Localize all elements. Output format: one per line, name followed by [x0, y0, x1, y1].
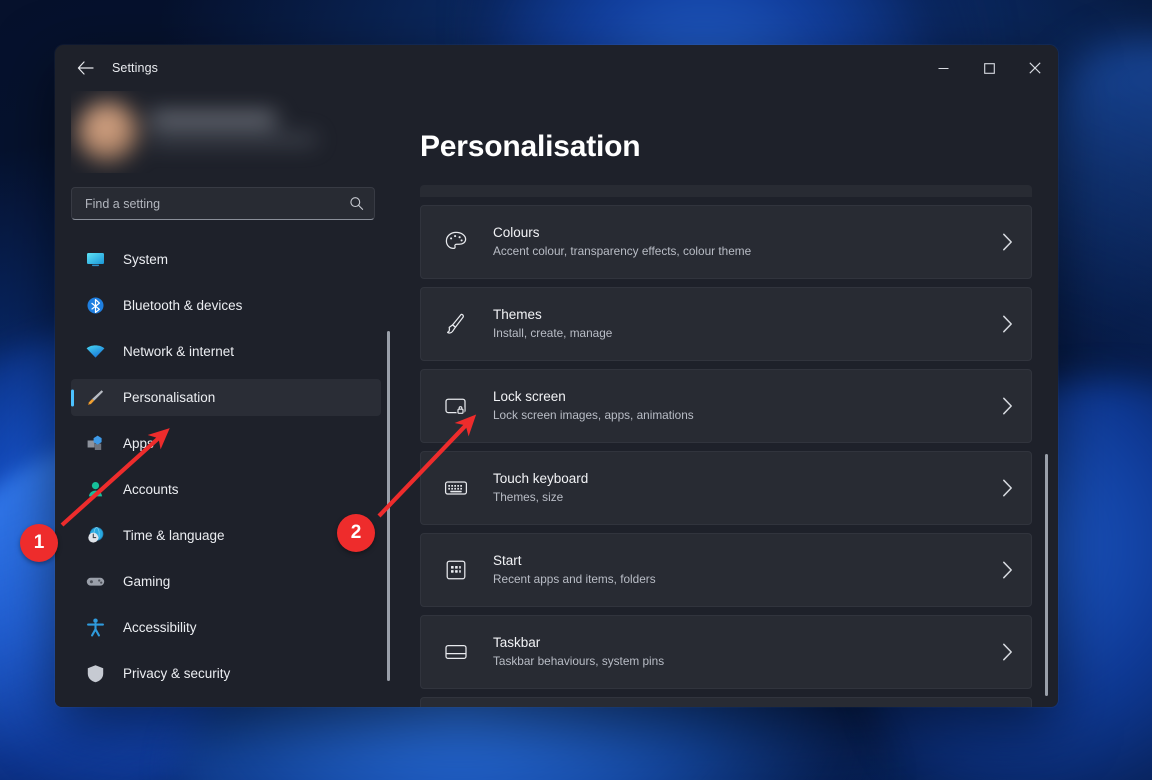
- search-input[interactable]: [85, 197, 349, 211]
- back-arrow-icon: [77, 61, 94, 75]
- card-above-partial[interactable]: [420, 185, 1032, 197]
- app-title: Settings: [112, 61, 158, 75]
- card-title: Start: [493, 552, 1002, 570]
- taskbar-icon: [441, 637, 471, 667]
- sidebar-item-personalisation[interactable]: Personalisation: [71, 379, 381, 416]
- sidebar-item-bluetooth-devices[interactable]: Bluetooth & devices: [71, 287, 381, 324]
- profile-blur-group: [71, 91, 371, 173]
- window-body: System Bluetooth & devices: [55, 91, 1058, 707]
- maximize-button[interactable]: [966, 45, 1012, 91]
- content-scrollbar[interactable]: [1045, 454, 1048, 696]
- sidebar-item-label: Accounts: [123, 482, 179, 497]
- window-titlebar[interactable]: Settings: [55, 45, 1058, 91]
- card-text: Themes Install, create, manage: [493, 306, 1002, 342]
- card-subtitle: Lock screen images, apps, animations: [493, 408, 1002, 424]
- start-grid-icon: [441, 555, 471, 585]
- clock-globe-icon: [84, 525, 106, 547]
- sidebar-item-apps[interactable]: Apps: [71, 425, 381, 462]
- search-icon: [349, 196, 364, 211]
- keyboard-icon: [441, 473, 471, 503]
- card-text: Start Recent apps and items, folders: [493, 552, 1002, 588]
- sidebar-item-label: Network & internet: [123, 344, 234, 359]
- chevron-right-icon: [1002, 315, 1013, 333]
- sidebar-item-label: System: [123, 252, 168, 267]
- profile-name-redacted: [149, 113, 277, 125]
- card-title: Colours: [493, 224, 1002, 242]
- card-text: Colours Accent colour, transparency effe…: [493, 224, 1002, 260]
- card-fonts[interactable]: Fonts: [420, 697, 1032, 707]
- card-subtitle: Accent colour, transparency effects, col…: [493, 244, 1002, 260]
- sidebar-item-accounts[interactable]: Accounts: [71, 471, 381, 508]
- card-taskbar[interactable]: Taskbar Taskbar behaviours, system pins: [420, 615, 1032, 689]
- palette-icon: [441, 227, 471, 257]
- card-text: Touch keyboard Themes, size: [493, 470, 1002, 506]
- chevron-right-icon: [1002, 233, 1013, 251]
- system-monitor-icon: [84, 249, 106, 271]
- card-touch-keyboard[interactable]: Touch keyboard Themes, size: [420, 451, 1032, 525]
- sidebar-item-network-internet[interactable]: Network & internet: [71, 333, 381, 370]
- card-lock-screen[interactable]: Lock screen Lock screen images, apps, an…: [420, 369, 1032, 443]
- paintbrush-outline-icon: [441, 309, 471, 339]
- sidebar-item-label: Personalisation: [123, 390, 215, 405]
- card-themes[interactable]: Themes Install, create, manage: [420, 287, 1032, 361]
- sidebar-item-label: Time & language: [123, 528, 225, 543]
- card-subtitle: Install, create, manage: [493, 326, 1002, 342]
- sidebar-item-gaming[interactable]: Gaming: [71, 563, 381, 600]
- chevron-right-icon: [1002, 479, 1013, 497]
- close-button[interactable]: [1012, 45, 1058, 91]
- chevron-right-icon: [1002, 561, 1013, 579]
- sidebar-item-label: Apps: [123, 436, 154, 451]
- sidebar-item-label: Privacy & security: [123, 666, 230, 681]
- sidebar-item-privacy-security[interactable]: Privacy & security: [71, 655, 381, 692]
- minimize-button[interactable]: [920, 45, 966, 91]
- card-colours[interactable]: Colours Accent colour, transparency effe…: [420, 205, 1032, 279]
- search-box[interactable]: [71, 187, 375, 220]
- person-icon: [84, 479, 106, 501]
- card-subtitle: Taskbar behaviours, system pins: [493, 654, 1002, 670]
- back-button[interactable]: [66, 53, 104, 83]
- settings-card-list: Colours Accent colour, transparency effe…: [420, 185, 1032, 707]
- profile-email-redacted: [149, 135, 317, 144]
- lock-screen-icon: [441, 391, 471, 421]
- sidebar-item-label: Bluetooth & devices: [123, 298, 242, 313]
- annotation-badge-1: 1: [20, 524, 58, 562]
- user-profile-blurred[interactable]: [71, 91, 371, 173]
- bluetooth-icon: [84, 295, 106, 317]
- card-title: Taskbar: [493, 634, 1002, 652]
- card-subtitle: Recent apps and items, folders: [493, 572, 1002, 588]
- sidebar-item-label: Accessibility: [123, 620, 197, 635]
- card-text: Lock screen Lock screen images, apps, an…: [493, 388, 1002, 424]
- shield-icon: [84, 663, 106, 685]
- card-subtitle: Themes, size: [493, 490, 1002, 506]
- game-controller-icon: [84, 571, 106, 593]
- paintbrush-icon: [84, 387, 106, 409]
- window-controls: [920, 45, 1058, 91]
- sidebar-nav: System Bluetooth & devices: [71, 241, 381, 692]
- card-title: Themes: [493, 306, 1002, 324]
- desktop-wallpaper: Settings: [0, 0, 1152, 780]
- apps-blocks-icon: [84, 433, 106, 455]
- card-start[interactable]: Start Recent apps and items, folders: [420, 533, 1032, 607]
- card-title: Lock screen: [493, 388, 1002, 406]
- close-icon: [1029, 62, 1041, 74]
- page-title: Personalisation: [420, 130, 1058, 164]
- minimize-icon: [938, 63, 949, 74]
- sidebar-item-accessibility[interactable]: Accessibility: [71, 609, 381, 646]
- card-title: Touch keyboard: [493, 470, 1002, 488]
- chevron-right-icon: [1002, 643, 1013, 661]
- sidebar-scrollbar[interactable]: [387, 331, 390, 681]
- card-text: Taskbar Taskbar behaviours, system pins: [493, 634, 1002, 670]
- sidebar-item-label: Gaming: [123, 574, 170, 589]
- maximize-icon: [984, 63, 995, 74]
- accessibility-person-icon: [84, 617, 106, 639]
- sidebar: System Bluetooth & devices: [55, 91, 397, 707]
- content-pane: Personalisation: [397, 91, 1058, 707]
- sidebar-item-system[interactable]: System: [71, 241, 381, 278]
- sidebar-item-time-language[interactable]: Time & language: [71, 517, 381, 554]
- avatar: [77, 101, 139, 163]
- chevron-right-icon: [1002, 397, 1013, 415]
- settings-window: Settings: [55, 45, 1058, 707]
- wifi-icon: [84, 341, 106, 363]
